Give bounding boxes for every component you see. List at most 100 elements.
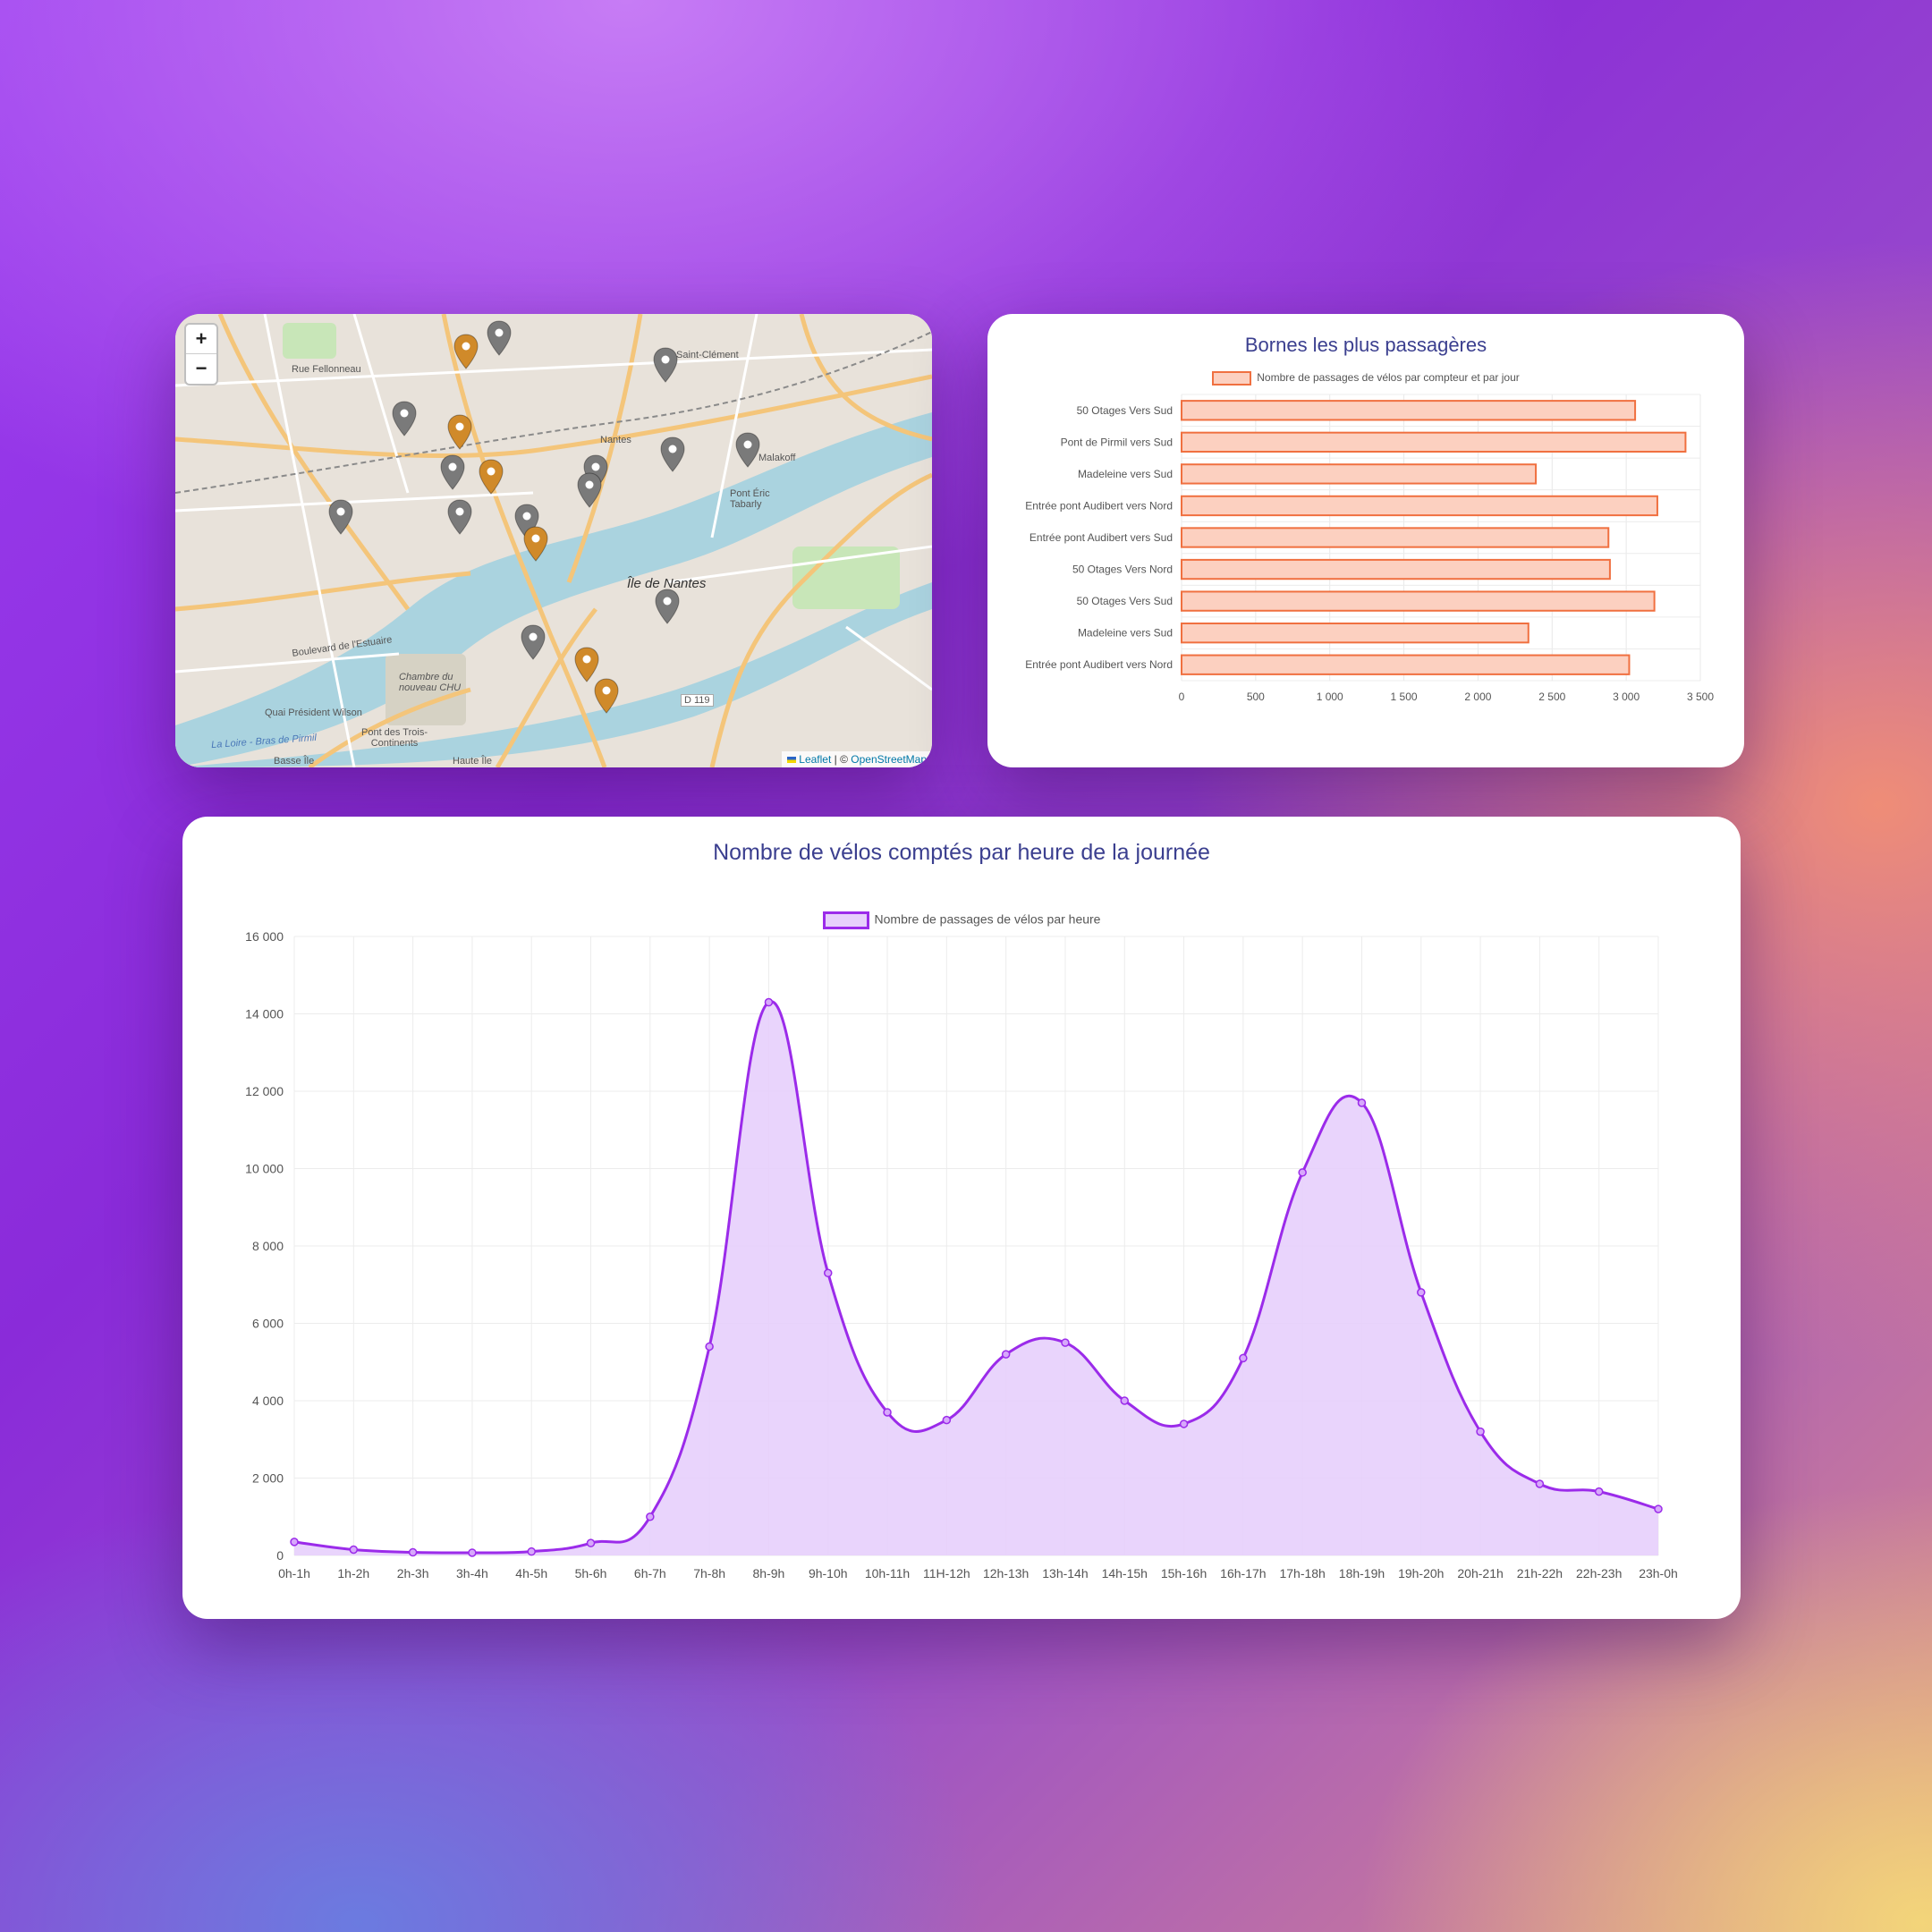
data-point[interactable]: [1594, 1487, 1604, 1496]
bar-category-label: Entrée pont Audibert vers Sud: [1030, 531, 1173, 544]
bar[interactable]: [1181, 463, 1538, 485]
line-y-tick-label: 2 000: [252, 1471, 284, 1486]
bar[interactable]: [1181, 590, 1656, 612]
data-point[interactable]: [468, 1548, 477, 1557]
line-x-tick-label: 18h-19h: [1339, 1566, 1385, 1580]
data-point[interactable]: [408, 1547, 418, 1557]
map-label-chambre-chu: Chambre du nouveau CHU: [399, 672, 462, 693]
map-marker-pin-icon[interactable]: [328, 499, 353, 535]
zoom-out-button[interactable]: −: [186, 353, 216, 383]
data-point[interactable]: [705, 1342, 714, 1352]
data-point[interactable]: [1061, 1338, 1070, 1347]
line-x-tick-label: 5h-6h: [575, 1566, 607, 1580]
bar[interactable]: [1181, 495, 1658, 517]
line-x-tick-label: 9h-10h: [809, 1566, 848, 1580]
bar-x-tick-label: 2 500: [1538, 691, 1565, 703]
line-chart-panel: Nombre de vélos comptés par heure de la …: [182, 817, 1741, 1619]
line-x-tick-label: 15h-16h: [1161, 1566, 1207, 1580]
line-x-tick-label: 6h-7h: [634, 1566, 666, 1580]
data-point[interactable]: [1654, 1504, 1663, 1513]
map-marker-pin-icon[interactable]: [453, 334, 479, 369]
bar-x-tick-label: 1 500: [1391, 691, 1418, 703]
bar-category-label: Entrée pont Audibert vers Nord: [1025, 658, 1173, 671]
attribution-separator: | ©: [831, 753, 852, 766]
map-label-nantes: Nantes: [600, 435, 631, 445]
map-marker-pin-icon[interactable]: [655, 589, 680, 624]
bar-x-tick-label: 2 000: [1464, 691, 1491, 703]
map-marker-pin-icon[interactable]: [594, 678, 619, 714]
line-x-tick-label: 13h-14h: [1042, 1566, 1088, 1580]
line-y-tick-label: 14 000: [245, 1007, 284, 1021]
line-x-tick-label: 21h-22h: [1517, 1566, 1563, 1580]
line-y-tick-label: 12 000: [245, 1084, 284, 1098]
map-label-pont-trois-continents: Pont des Trois-Continents: [361, 727, 428, 749]
data-point[interactable]: [942, 1415, 952, 1425]
bar-x-tick-label: 3 000: [1613, 691, 1640, 703]
map-marker-pin-icon[interactable]: [653, 347, 678, 383]
bar[interactable]: [1181, 400, 1637, 421]
line-y-tick-label: 4 000: [252, 1394, 284, 1408]
map-marker-pin-icon[interactable]: [660, 436, 685, 472]
bar-category-label: Entrée pont Audibert vers Nord: [1025, 499, 1173, 512]
map-marker-pin-icon[interactable]: [577, 472, 602, 508]
data-point[interactable]: [1476, 1427, 1485, 1436]
map-marker-pin-icon[interactable]: [440, 454, 465, 490]
map-marker-pin-icon[interactable]: [392, 401, 417, 436]
park-area: [283, 323, 336, 359]
map-marker-pin-icon[interactable]: [447, 414, 472, 450]
data-point[interactable]: [883, 1408, 892, 1417]
map-marker-pin-icon[interactable]: [479, 459, 504, 495]
line-x-tick-label: 2h-3h: [397, 1566, 429, 1580]
bar[interactable]: [1181, 623, 1530, 644]
line-x-tick-label: 1h-2h: [337, 1566, 369, 1580]
data-point[interactable]: [1120, 1396, 1130, 1405]
map-marker-pin-icon[interactable]: [735, 432, 760, 468]
map-marker-pin-icon[interactable]: [574, 647, 599, 682]
line-x-tick-label: 20h-21h: [1457, 1566, 1503, 1580]
data-point[interactable]: [646, 1513, 655, 1521]
data-point[interactable]: [764, 997, 774, 1007]
data-point[interactable]: [290, 1538, 299, 1546]
data-point[interactable]: [349, 1545, 359, 1555]
map-label-rue-fellonneau: Rue Fellonneau: [292, 364, 361, 375]
leaflet-link[interactable]: Leaflet: [799, 753, 831, 766]
line-x-tick-label: 7h-8h: [693, 1566, 725, 1580]
bar[interactable]: [1181, 654, 1631, 675]
map-panel[interactable]: Saint-Clément Rue Fellonneau Nantes Mala…: [175, 314, 932, 767]
zoom-in-button[interactable]: +: [186, 325, 216, 353]
bar[interactable]: [1181, 431, 1687, 453]
data-point[interactable]: [586, 1538, 596, 1547]
data-point[interactable]: [1357, 1098, 1367, 1107]
data-point[interactable]: [1179, 1419, 1189, 1428]
data-point[interactable]: [1239, 1353, 1248, 1363]
line-x-tick-label: 22h-23h: [1576, 1566, 1622, 1580]
map-marker-pin-icon[interactable]: [447, 499, 472, 535]
line-y-tick-label: 16 000: [245, 929, 284, 944]
data-point[interactable]: [1417, 1288, 1426, 1297]
openstreetmap-link[interactable]: OpenStreetMap: [851, 753, 927, 766]
bar-x-tick-label: 3 500: [1687, 691, 1714, 703]
map-tiles[interactable]: [175, 314, 932, 767]
zoom-control: + −: [184, 323, 218, 386]
ukraine-flag-icon: [787, 757, 797, 764]
map-marker-pin-icon[interactable]: [487, 320, 512, 356]
line-x-tick-label: 4h-5h: [515, 1566, 547, 1580]
bar-x-tick-label: 1 000: [1317, 691, 1343, 703]
bar-category-label: Madeleine vers Sud: [1078, 627, 1173, 640]
bar[interactable]: [1181, 558, 1611, 580]
area-fill: [294, 1001, 1658, 1555]
map-label-basse-ile: Basse Île: [274, 756, 315, 767]
data-point[interactable]: [527, 1546, 536, 1556]
map-label-haute-ile: Haute Île: [453, 756, 493, 767]
data-point[interactable]: [1001, 1350, 1011, 1359]
line-x-tick-label: 10h-11h: [865, 1566, 910, 1580]
data-point[interactable]: [1535, 1479, 1545, 1488]
map-marker-pin-icon[interactable]: [521, 624, 546, 660]
line-chart-plot: 0 2 000 4 000 6 000 8 000 10 000 12 000 14 000 1…: [245, 929, 1678, 1580]
line-x-tick-label: 12h-13h: [983, 1566, 1029, 1580]
data-point[interactable]: [823, 1268, 833, 1278]
data-point[interactable]: [1298, 1168, 1307, 1177]
line-y-tick-label: 6 000: [252, 1317, 284, 1331]
map-marker-pin-icon[interactable]: [523, 526, 548, 562]
bar[interactable]: [1181, 527, 1610, 548]
